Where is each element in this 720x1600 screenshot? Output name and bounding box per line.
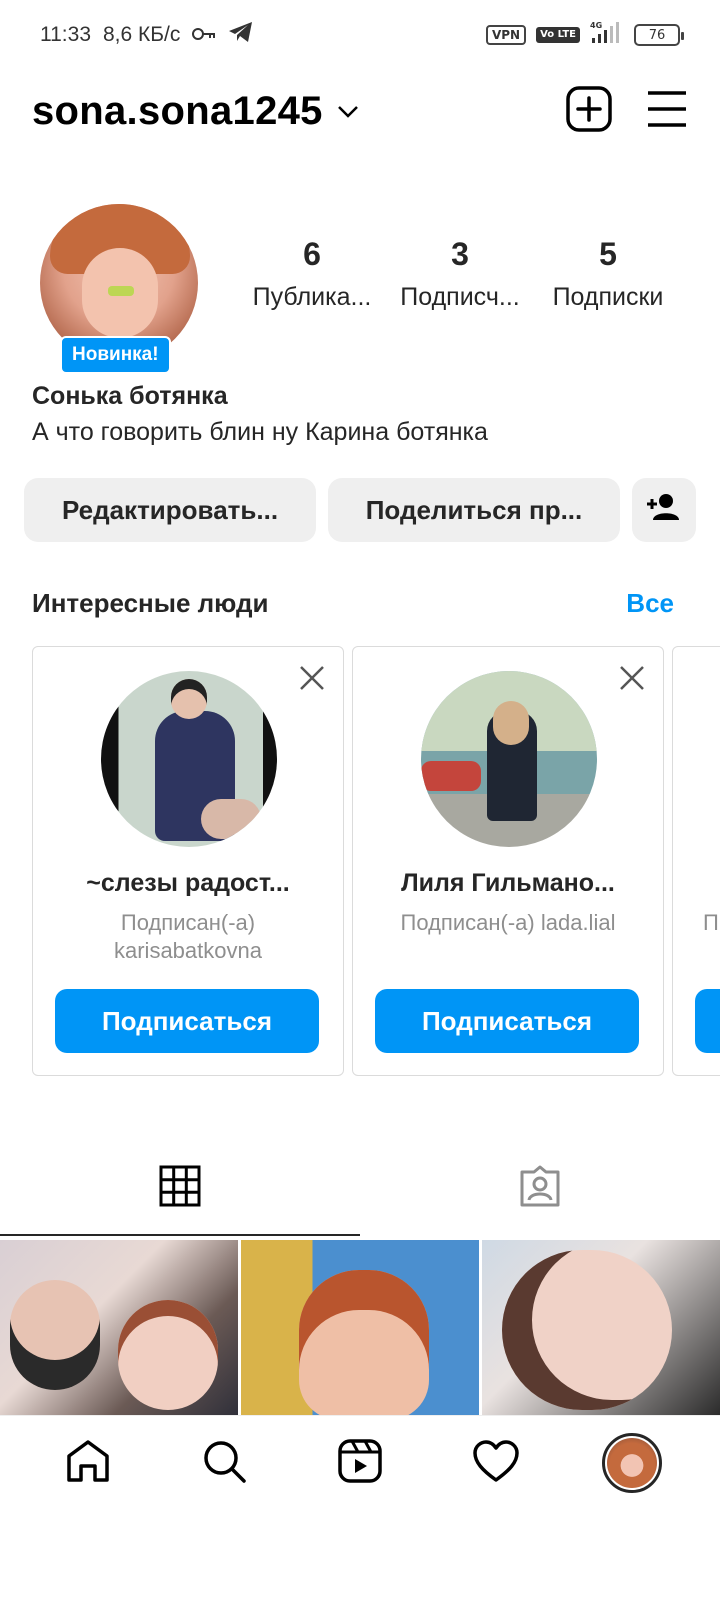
nav-reels[interactable]: [320, 1423, 400, 1503]
profile-actions: Редактировать... Поделиться пр...: [24, 478, 696, 542]
status-bar: 11:33 8,6 КБ/с VPN Vo LTE 4G 76: [0, 0, 720, 70]
suggestion-name[interactable]: ~слезы радост...: [43, 869, 333, 898]
profile-name: Сонька ботянка: [32, 382, 228, 410]
profile-header: sona.sona1245: [32, 76, 688, 146]
stat-followers-count: 3: [451, 236, 469, 272]
stat-followers-label: Подписч...: [400, 283, 520, 311]
home-icon: [65, 1438, 111, 1489]
system-navigation-area: [0, 1510, 720, 1600]
see-all-link[interactable]: Все: [626, 588, 674, 619]
share-profile-button[interactable]: Поделиться пр...: [328, 478, 620, 542]
stat-posts[interactable]: 6 Публика...: [238, 236, 386, 312]
tab-posts[interactable]: [0, 1140, 360, 1236]
profile-avatar: [602, 1433, 662, 1493]
stat-following[interactable]: 5 Подписки: [534, 236, 682, 312]
suggestions-carousel[interactable]: ~слезы радост... Подписан(-а) karisabatk…: [32, 646, 720, 1078]
vpn-icon: VPN: [485, 25, 527, 45]
profile-bio: А что говорить блин ну Карина ботянка: [32, 418, 488, 446]
nav-search[interactable]: [184, 1423, 264, 1503]
nav-activity[interactable]: [456, 1423, 536, 1503]
tagged-icon: [518, 1164, 562, 1213]
stat-following-label: Подписки: [552, 283, 664, 311]
battery-icon: 76: [634, 24, 684, 46]
search-icon: [201, 1438, 247, 1489]
telegram-icon: [228, 21, 254, 49]
svg-text:4G: 4G: [590, 21, 602, 30]
suggestion-avatar[interactable]: [421, 671, 597, 847]
nav-home[interactable]: [48, 1423, 128, 1503]
post-thumbnail[interactable]: [0, 1240, 238, 1415]
heart-icon: [472, 1439, 520, 1488]
suggestion-card[interactable]: П: [672, 646, 720, 1076]
stat-posts-count: 6: [303, 236, 321, 272]
suggestion-mutual: П: [703, 910, 719, 935]
nav-profile[interactable]: [592, 1423, 672, 1503]
close-icon[interactable]: [619, 665, 645, 696]
close-icon[interactable]: [299, 665, 325, 696]
reels-icon: [337, 1438, 383, 1489]
status-speed: 8,6 КБ/с: [103, 23, 181, 46]
stat-following-count: 5: [599, 236, 617, 272]
grid-icon: [159, 1165, 201, 1212]
follow-button[interactable]: Подписаться: [55, 989, 319, 1053]
follow-button[interactable]: Подписаться: [375, 989, 639, 1053]
tab-tagged[interactable]: [360, 1140, 720, 1236]
suggestion-mutual: Подписан(-а) lada.lial: [400, 910, 616, 935]
username-switcher[interactable]: sona.sona1245: [32, 89, 323, 134]
edit-profile-button[interactable]: Редактировать...: [24, 478, 316, 542]
stat-followers[interactable]: 3 Подписч...: [386, 236, 534, 312]
status-time: 11:33: [40, 23, 91, 46]
suggestion-mutual: Подписан(-а) karisabatkovna: [114, 910, 262, 963]
signal-icon: 4G: [590, 20, 624, 50]
suggestion-card[interactable]: Лиля Гильмано... Подписан(-а) lada.lial …: [352, 646, 664, 1076]
chevron-down-icon[interactable]: [337, 105, 359, 124]
profile-tabs: [0, 1140, 720, 1236]
post-thumbnail[interactable]: [241, 1240, 479, 1415]
new-badge[interactable]: Новинка!: [60, 336, 171, 374]
stat-posts-label: Публика...: [252, 283, 372, 311]
suggestion-avatar[interactable]: [101, 671, 277, 847]
post-thumbnail[interactable]: [482, 1240, 720, 1415]
suggestion-card[interactable]: ~слезы радост... Подписан(-а) karisabatk…: [32, 646, 344, 1076]
add-user-icon: [646, 493, 682, 528]
key-icon: [192, 23, 216, 47]
posts-grid: [0, 1240, 720, 1415]
suggestions-header: Интересные люди Все: [32, 588, 674, 619]
new-post-icon[interactable]: [566, 85, 612, 137]
follow-button[interactable]: [695, 989, 720, 1053]
suggestions-title: Интересные люди: [32, 588, 269, 618]
volte-icon: Vo LTE: [536, 27, 580, 43]
menu-icon[interactable]: [646, 90, 688, 133]
bottom-navigation: [0, 1415, 720, 1510]
profile-stats: 6 Публика... 3 Подписч... 5 Подписки: [238, 236, 682, 312]
suggestion-name[interactable]: Лиля Гильмано...: [363, 869, 653, 898]
discover-people-button[interactable]: [632, 478, 696, 542]
